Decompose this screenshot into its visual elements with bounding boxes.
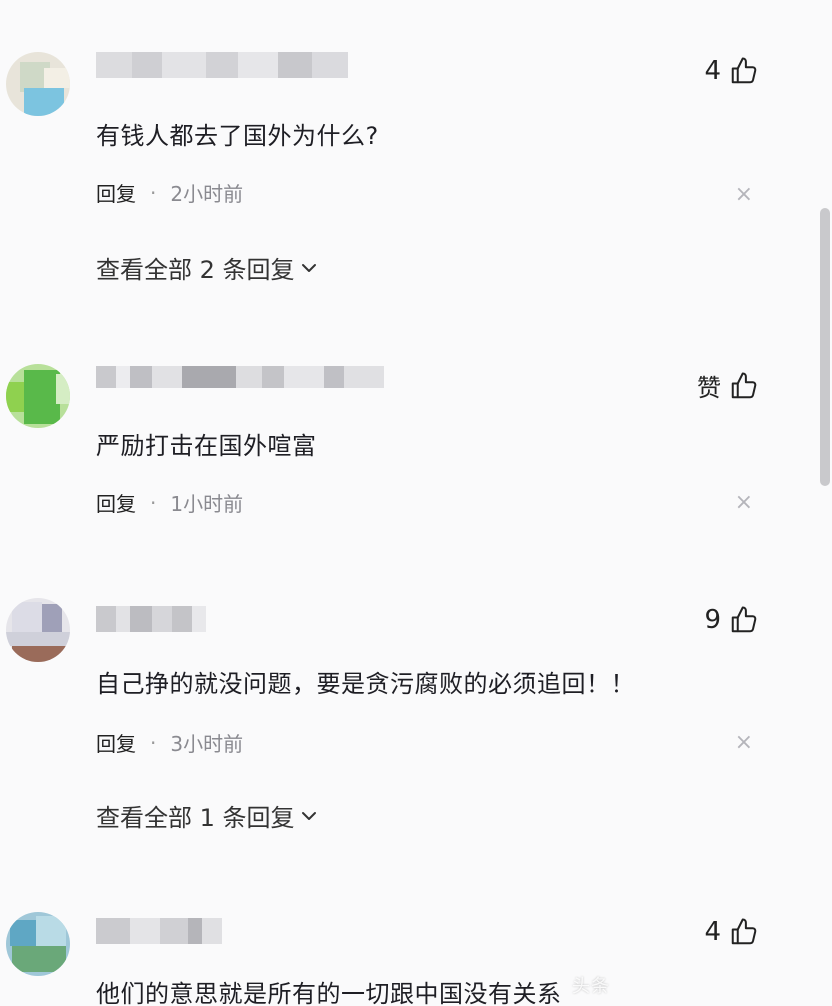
scrollbar-track[interactable] (818, 0, 832, 1006)
avatar[interactable] (6, 912, 70, 976)
like-count: 4 (704, 917, 721, 947)
comment-text: 他们的意思就是所有的一切跟中国没有关系 (96, 980, 562, 1006)
username-blurred[interactable] (96, 918, 222, 944)
comment-item: 4 他们的意思就是所有的一切跟中国没有关系 (0, 0, 815, 1006)
like-button[interactable]: 4 (704, 917, 759, 947)
comment-list-page: 4 有钱人都去了国外为什么? 回复 · 2小时前 × 查看全部 2 条回复 赞 … (0, 0, 832, 1006)
scrollbar-thumb[interactable] (820, 208, 830, 486)
thumbs-up-icon (731, 918, 757, 945)
watermark: 头条 (572, 976, 610, 997)
